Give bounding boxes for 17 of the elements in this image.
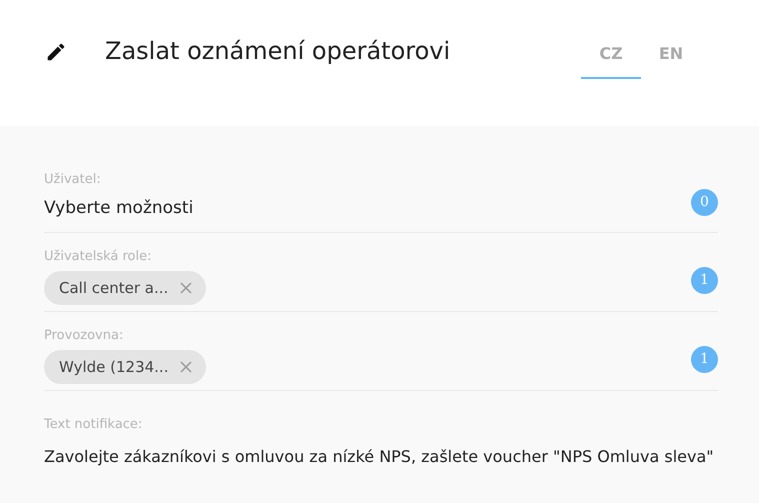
- chip-label: Call center a...: [59, 278, 168, 299]
- chip[interactable]: Wylde (1234...: [44, 350, 206, 384]
- chip-label: Wylde (1234...: [59, 356, 168, 378]
- remove-icon[interactable]: [180, 282, 192, 294]
- count-badge: 1: [691, 346, 718, 372]
- select-placeholder[interactable]: Vyberte možnosti: [44, 196, 194, 220]
- field-label: Provozovna:: [44, 328, 124, 344]
- page-title: Zaslat oznámení operátorovi: [105, 36, 452, 67]
- field-label: Uživatel:: [44, 172, 101, 188]
- field-label: Uživatelská role:: [44, 249, 152, 265]
- notification-text: Zavolejte zákazníkovi s omluvou za nízké NPS, zašlete voucher "NPS Omluva sleva": [44, 446, 714, 468]
- remove-icon[interactable]: [180, 361, 192, 373]
- field-label: Text notifikace:: [44, 417, 142, 433]
- pencil-icon: [45, 41, 67, 63]
- count-badge: 1: [691, 266, 718, 294]
- chip[interactable]: Call center a...: [44, 271, 206, 305]
- count-badge: 0: [691, 188, 718, 216]
